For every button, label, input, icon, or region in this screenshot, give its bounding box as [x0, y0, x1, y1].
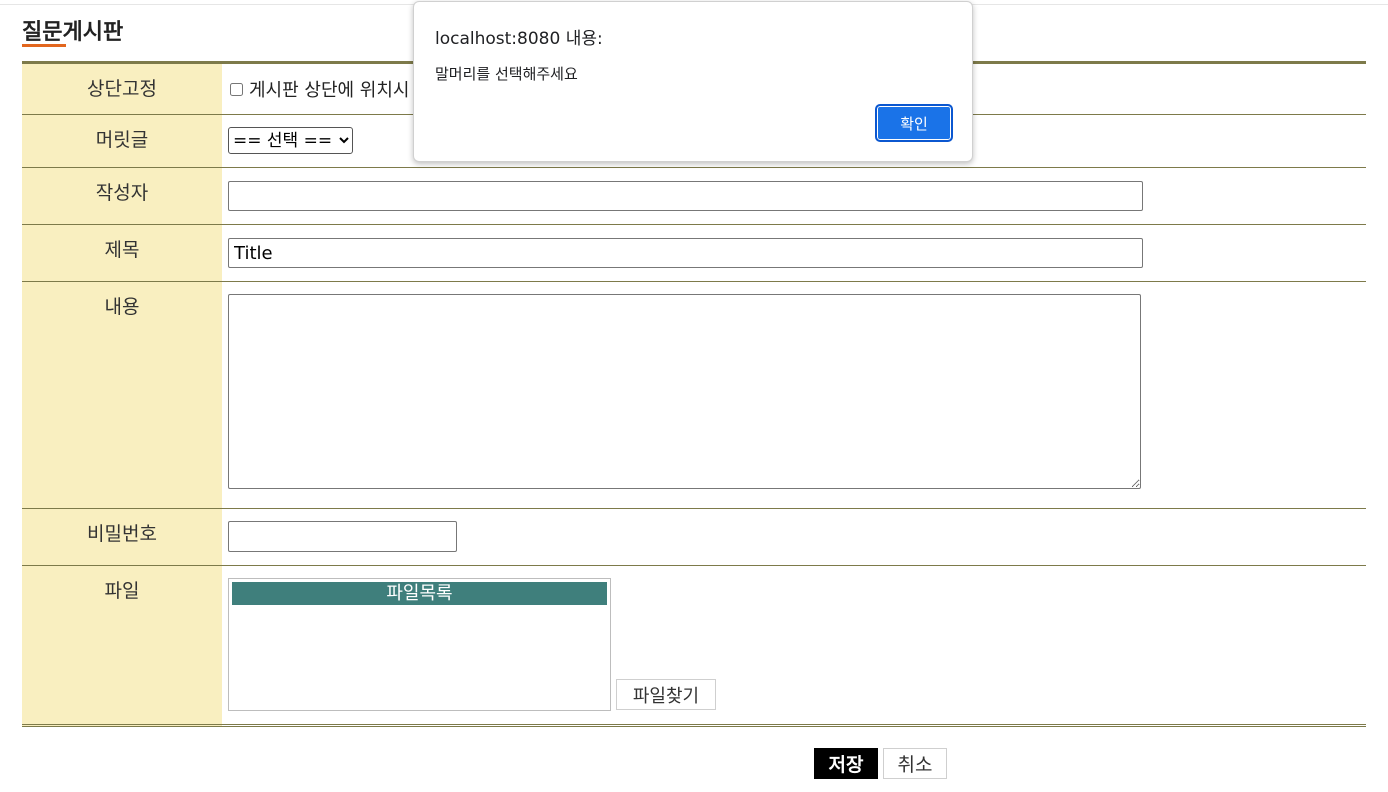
file-value-cell: 파일목록 파일찾기 — [222, 566, 1366, 726]
head-select[interactable]: == 선택 == — [228, 127, 353, 154]
content-textarea[interactable] — [228, 294, 1141, 489]
file-find-button[interactable]: 파일찾기 — [616, 679, 716, 710]
content-row: 내용 — [22, 281, 1366, 509]
password-value-cell — [222, 508, 1366, 566]
writer-row: 작성자 — [22, 167, 1366, 225]
file-list-header: 파일목록 — [232, 582, 607, 605]
head-label-cell: 머릿글 — [22, 114, 222, 168]
alert-dialog: localhost:8080 내용: 말머리를 선택해주세요 확인 — [413, 1, 973, 162]
password-input[interactable] — [228, 521, 457, 552]
cancel-button[interactable]: 취소 — [883, 748, 947, 779]
subject-value-cell — [222, 224, 1366, 282]
writer-value-cell — [222, 167, 1366, 225]
file-label: 파일 — [104, 580, 140, 602]
subject-row: 제목 — [22, 224, 1366, 282]
pin-label: 상단고정 — [87, 78, 157, 100]
dialog-message: 말머리를 선택해주세요 — [435, 65, 578, 83]
password-label: 비밀번호 — [87, 523, 157, 545]
head-label: 머릿글 — [95, 129, 149, 151]
title-underline — [22, 44, 66, 47]
file-list[interactable]: 파일목록 — [228, 578, 611, 711]
dialog-ok-button[interactable]: 확인 — [875, 104, 953, 142]
content-value-cell — [222, 281, 1366, 509]
password-label-cell: 비밀번호 — [22, 508, 222, 566]
file-label-cell: 파일 — [22, 565, 222, 726]
writer-input[interactable] — [228, 181, 1143, 211]
subject-label-cell: 제목 — [22, 224, 222, 282]
pin-checkbox-label[interactable]: 게시판 상단에 위치시 — [249, 76, 409, 102]
subject-input[interactable] — [228, 238, 1143, 268]
save-button[interactable]: 저장 — [814, 748, 878, 779]
writer-label-cell: 작성자 — [22, 167, 222, 225]
writer-label: 작성자 — [95, 182, 149, 204]
pin-checkbox[interactable] — [230, 82, 243, 96]
page-title: 질문게시판 — [22, 20, 124, 45]
content-label-cell: 내용 — [22, 281, 222, 509]
content-label: 내용 — [104, 296, 140, 318]
password-row: 비밀번호 — [22, 508, 1366, 566]
subject-label: 제목 — [104, 239, 140, 261]
file-row: 파일 파일목록 파일찾기 — [22, 565, 1366, 726]
pin-label-cell: 상단고정 — [22, 62, 222, 115]
dialog-origin: localhost:8080 내용: — [435, 29, 603, 49]
